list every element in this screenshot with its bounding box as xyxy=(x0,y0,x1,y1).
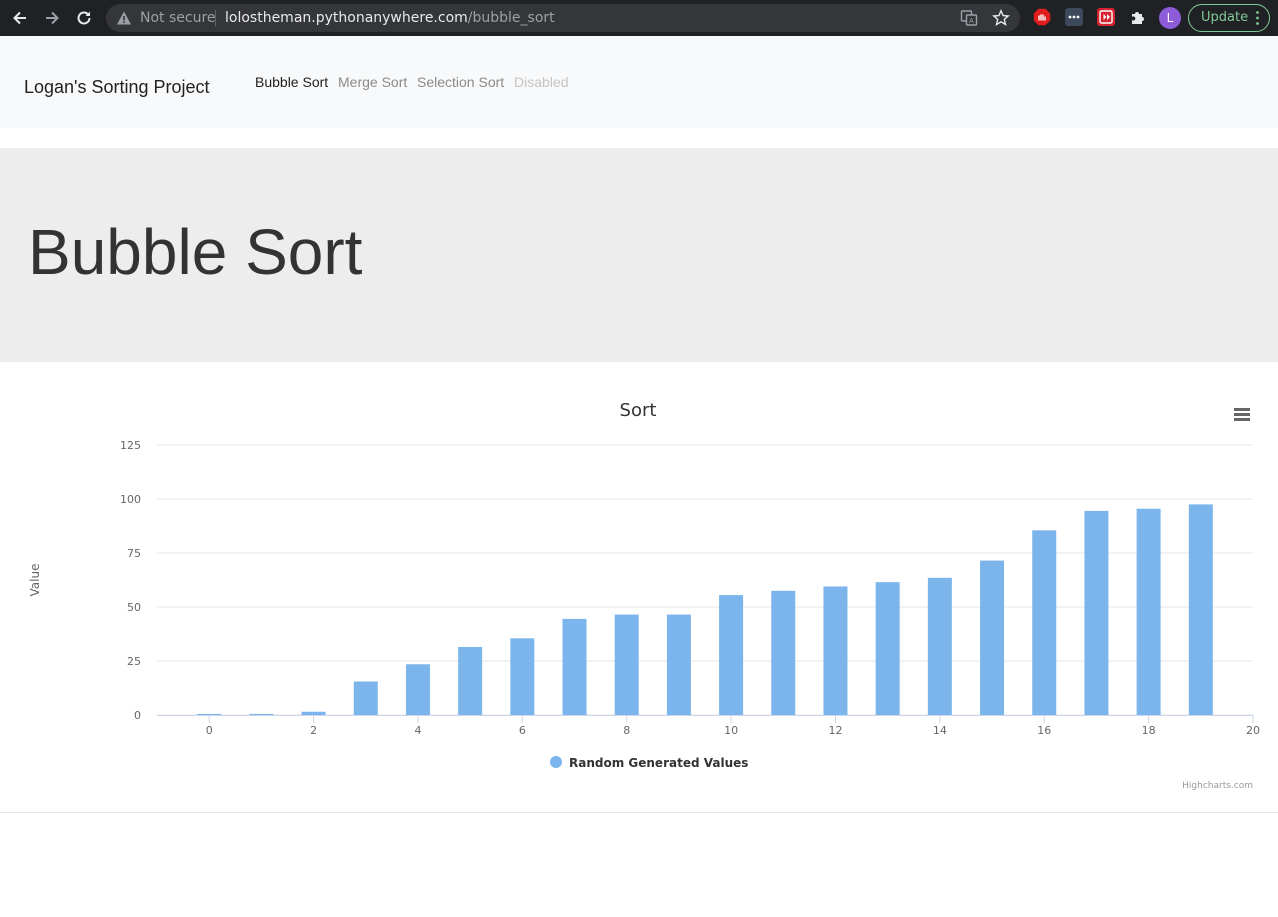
media-extension-icon[interactable] xyxy=(1097,8,1115,26)
chart-bar[interactable] xyxy=(1188,504,1213,715)
chart-bar[interactable] xyxy=(666,614,691,715)
chart-bar[interactable] xyxy=(927,577,952,715)
chart-title: Sort xyxy=(620,400,657,421)
reload-icon[interactable] xyxy=(72,6,96,30)
warning-icon[interactable] xyxy=(116,10,132,26)
profile-avatar[interactable]: L xyxy=(1159,7,1181,29)
y-tick-label: 75 xyxy=(127,547,141,560)
forward-arrow-icon[interactable] xyxy=(40,6,64,30)
y-tick-label: 25 xyxy=(127,655,141,668)
navbar-brand[interactable]: Logan's Sorting Project xyxy=(24,77,210,98)
x-tick-label: 20 xyxy=(1246,724,1260,737)
update-button[interactable]: Update xyxy=(1188,4,1270,32)
y-tick-label: 125 xyxy=(120,439,141,452)
legend-series-marker xyxy=(550,756,562,768)
back-arrow-icon[interactable] xyxy=(8,6,32,30)
x-tick-label: 18 xyxy=(1142,724,1156,737)
translate-icon[interactable]: A xyxy=(960,9,978,27)
chart-bar[interactable] xyxy=(353,681,378,715)
chart-bar[interactable] xyxy=(301,711,326,715)
x-tick-label: 8 xyxy=(623,724,630,737)
y-tick-label: 100 xyxy=(120,493,141,506)
browser-toolbar: Not secure lolostheman.pythonanywhere.co… xyxy=(0,0,1278,36)
address-bar[interactable]: Not secure lolostheman.pythonanywhere.co… xyxy=(106,4,1020,32)
nav-link-merge-sort[interactable]: Merge Sort xyxy=(338,74,407,90)
more-extension-icon[interactable] xyxy=(1065,8,1083,26)
url-path: /bubble_sort xyxy=(467,10,555,26)
nav-link-bubble-sort[interactable]: Bubble Sort xyxy=(255,74,328,90)
x-tick-label: 16 xyxy=(1037,724,1051,737)
omnibox-separator xyxy=(215,10,216,26)
y-axis-label: Value xyxy=(28,564,42,597)
bookmark-star-icon[interactable] xyxy=(992,9,1010,27)
chart-bar[interactable] xyxy=(197,713,222,715)
content-divider xyxy=(0,812,1278,813)
chart-svg: Sort Value 0 25 50 75 100 125 0 2 4 6 8 10 12 14 16 18 2… xyxy=(28,400,1260,791)
chart-bar[interactable] xyxy=(980,560,1005,715)
url-host: lolostheman.pythonanywhere.com xyxy=(225,10,468,26)
site-navbar: Logan's Sorting Project Bubble Sort Merg… xyxy=(0,36,1278,128)
y-tick-label: 0 xyxy=(134,709,141,722)
chart-legend-item[interactable]: Random Generated Values xyxy=(550,756,748,770)
chart-menu-icon[interactable] xyxy=(1234,408,1250,421)
chart-bar[interactable] xyxy=(823,586,848,715)
page-title: Bubble Sort xyxy=(28,216,363,288)
x-tick-label: 10 xyxy=(724,724,738,737)
chart-credits[interactable]: Highcharts.com xyxy=(1182,781,1253,791)
page-header: Bubble Sort xyxy=(0,148,1278,362)
x-tick-label: 2 xyxy=(310,724,317,737)
x-tick-label: 14 xyxy=(933,724,947,737)
legend-series-label: Random Generated Values xyxy=(569,756,748,770)
chart-bar[interactable] xyxy=(405,664,430,715)
chart-bar[interactable] xyxy=(1084,510,1109,715)
kebab-menu-icon xyxy=(1256,11,1259,25)
update-label: Update xyxy=(1201,10,1249,25)
chart-bar[interactable] xyxy=(771,590,796,715)
bar-chart: Sort Value 0 25 50 75 100 125 0 2 4 6 8 10 12 14 16 18 2… xyxy=(0,362,1278,812)
url-text[interactable]: lolostheman.pythonanywhere.com/bubble_so… xyxy=(225,10,555,26)
nav-link-selection-sort[interactable]: Selection Sort xyxy=(417,74,504,90)
chart-bar[interactable] xyxy=(1032,530,1057,715)
chart-bar[interactable] xyxy=(614,614,639,715)
chart-bar[interactable] xyxy=(458,646,483,715)
puzzle-extensions-icon[interactable] xyxy=(1129,8,1147,26)
not-secure-label[interactable]: Not secure xyxy=(140,10,216,26)
chart-bar[interactable] xyxy=(249,713,274,715)
x-tick-label: 0 xyxy=(206,724,213,737)
chart-bar[interactable] xyxy=(562,618,587,715)
x-tick-label: 6 xyxy=(519,724,526,737)
x-tick-label: 4 xyxy=(414,724,421,737)
y-tick-label: 50 xyxy=(127,601,141,614)
chart-bar[interactable] xyxy=(719,595,744,715)
chart-bar[interactable] xyxy=(875,582,900,715)
x-tick-label: 12 xyxy=(828,724,842,737)
svg-text:A: A xyxy=(969,18,974,25)
adblock-extension-icon[interactable] xyxy=(1033,8,1051,26)
chart-bar[interactable] xyxy=(510,638,535,715)
nav-link-disabled: Disabled xyxy=(514,74,569,90)
chart-bar[interactable] xyxy=(1136,508,1161,715)
